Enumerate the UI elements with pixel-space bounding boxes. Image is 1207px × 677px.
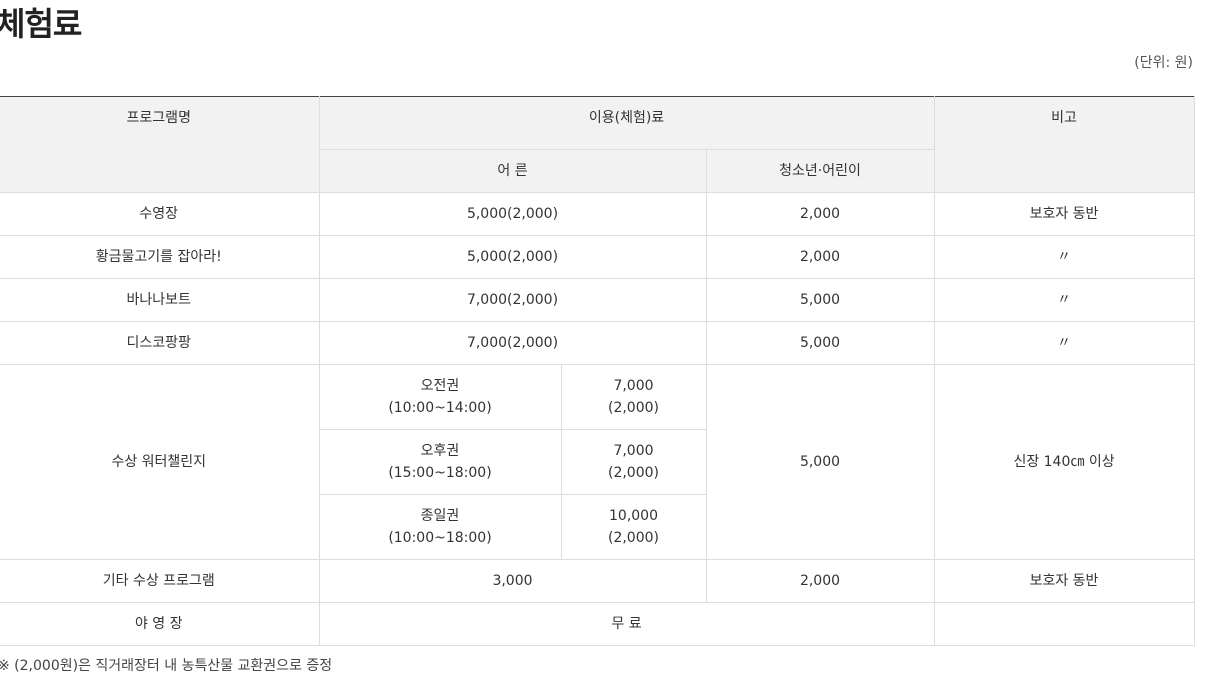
footnote: ※ (2,000원)은 직거래장터 내 농특산물 교환권으로 증정 <box>0 658 333 674</box>
cell-ticket-price: 10,000 (2,000) <box>560 494 707 560</box>
cell-ticket-name: 오후권 (15:00~18:00) <box>319 429 562 495</box>
cell-youth-fee: 5,000 <box>705 364 935 560</box>
table-row: 수상 워터챌린지 오전권 (10:00~14:00) 7,000 (2,000)… <box>0 364 1195 560</box>
ticket-bonus: (2,000) <box>607 530 659 546</box>
cell-ticket-price: 7,000 (2,000) <box>560 429 707 495</box>
cell-youth-fee: 5,000 <box>705 278 935 322</box>
ticket-name: 종일권 <box>420 508 460 524</box>
fee-table: 프로그램명 이용(체험)료 비고 어 른 청소년·어린이 수영장 5,000(2… <box>0 96 1195 646</box>
cell-adult-fee: 3,000 <box>318 559 707 603</box>
table-row: 디스코팡팡 7,000(2,000) 5,000 〃 <box>0 321 1195 365</box>
table-row: 황금물고기를 잡아라! 5,000(2,000) 2,000 〃 <box>0 235 1195 279</box>
header-program: 프로그램명 <box>0 96 320 193</box>
cell-note: 〃 <box>933 235 1195 279</box>
cell-program: 디스코팡팡 <box>0 321 320 365</box>
unit-note: (단위: 원) <box>1134 55 1193 71</box>
ticket-price: 7,000 <box>613 378 654 394</box>
cell-program: 야 영 장 <box>0 602 320 646</box>
cell-ticket-price: 7,000 (2,000) <box>560 364 707 430</box>
table-header-row: 프로그램명 이용(체험)료 비고 <box>0 96 1195 193</box>
ticket-name: 오전권 <box>420 378 460 394</box>
cell-program: 기타 수상 프로그램 <box>0 559 320 603</box>
header-adult: 어 른 <box>318 149 707 193</box>
cell-youth-fee: 2,000 <box>705 235 935 279</box>
ticket-price: 10,000 <box>609 508 658 524</box>
table-row: 기타 수상 프로그램 3,000 2,000 보호자 동반 <box>0 559 1195 603</box>
cell-youth-fee: 2,000 <box>705 192 935 236</box>
table-row: 바나나보트 7,000(2,000) 5,000 〃 <box>0 278 1195 322</box>
cell-fee: 무 료 <box>318 602 935 646</box>
ticket-bonus: (2,000) <box>607 400 659 416</box>
cell-note: 보호자 동반 <box>933 192 1195 236</box>
page-title: 체험료 <box>0 5 82 43</box>
header-youth: 청소년·어린이 <box>705 149 935 193</box>
cell-note: 〃 <box>933 321 1195 365</box>
cell-adult-fee: 7,000(2,000) <box>318 278 707 322</box>
cell-note: 신장 140㎝ 이상 <box>933 364 1195 560</box>
cell-program: 바나나보트 <box>0 278 320 322</box>
cell-adult-fee: 7,000(2,000) <box>318 321 707 365</box>
table-row: 야 영 장 무 료 <box>0 602 1195 646</box>
cell-youth-fee: 2,000 <box>705 559 935 603</box>
cell-adult-fee: 5,000(2,000) <box>318 192 707 236</box>
ticket-price: 7,000 <box>613 443 654 459</box>
header-fee: 이용(체험)료 <box>318 96 935 150</box>
ticket-time: (15:00~18:00) <box>388 465 492 481</box>
header-note: 비고 <box>933 96 1195 193</box>
ticket-bonus: (2,000) <box>607 465 659 481</box>
cell-youth-fee: 5,000 <box>705 321 935 365</box>
cell-program: 수상 워터챌린지 <box>0 364 320 560</box>
cell-note <box>933 602 1195 646</box>
cell-ticket-name: 오전권 (10:00~14:00) <box>318 364 562 430</box>
cell-note: 보호자 동반 <box>933 559 1195 603</box>
cell-program: 수영장 <box>0 192 320 236</box>
cell-program: 황금물고기를 잡아라! <box>0 235 320 279</box>
cell-ticket-name: 종일권 (10:00~18:00) <box>319 494 562 560</box>
ticket-name: 오후권 <box>420 443 460 459</box>
cell-note: 〃 <box>933 278 1195 322</box>
table-row: 수영장 5,000(2,000) 2,000 보호자 동반 <box>0 192 1195 236</box>
ticket-time: (10:00~14:00) <box>388 400 492 416</box>
ticket-time: (10:00~18:00) <box>388 530 492 546</box>
cell-adult-fee: 5,000(2,000) <box>318 235 707 279</box>
